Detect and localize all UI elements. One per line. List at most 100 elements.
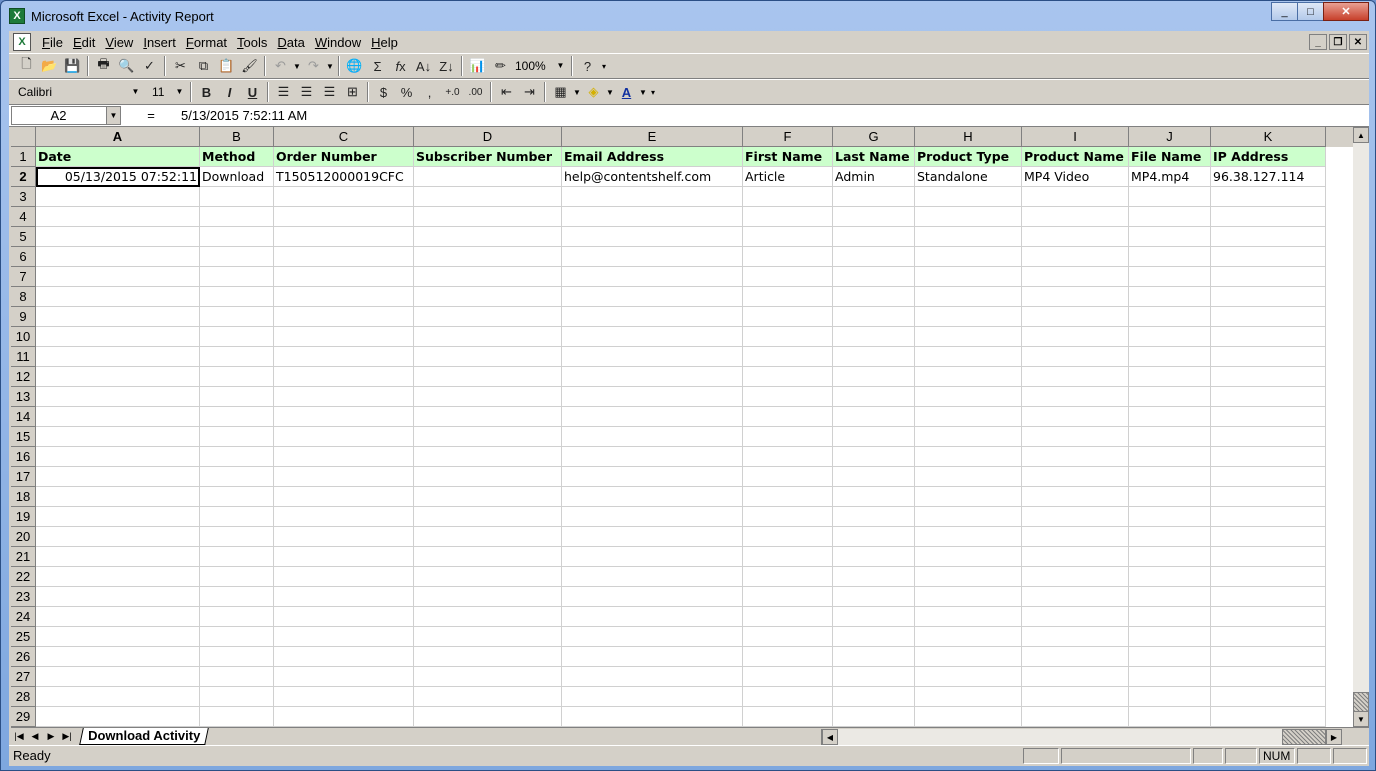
column-header-c[interactable]: C (274, 127, 414, 147)
cell[interactable] (36, 467, 200, 487)
cell[interactable] (562, 467, 743, 487)
cell[interactable] (200, 707, 274, 727)
cell[interactable] (36, 267, 200, 287)
align-center-icon[interactable]: ☰ (295, 81, 318, 103)
cell[interactable] (1129, 347, 1211, 367)
copy-icon[interactable]: ⧉ (192, 55, 215, 77)
cell[interactable] (200, 307, 274, 327)
row-header[interactable]: 24 (11, 607, 36, 627)
cell[interactable] (562, 247, 743, 267)
cell[interactable]: help@contentshelf.com (562, 167, 743, 187)
cell[interactable] (36, 587, 200, 607)
excel-app-icon[interactable]: X (9, 8, 25, 24)
cell[interactable] (833, 207, 915, 227)
cell[interactable] (274, 567, 414, 587)
comma-style-icon[interactable]: , (418, 81, 441, 103)
cell[interactable] (915, 507, 1022, 527)
cell[interactable] (1129, 187, 1211, 207)
cell[interactable] (1022, 507, 1129, 527)
cell[interactable] (414, 707, 562, 727)
row-header[interactable]: 21 (11, 547, 36, 567)
cell[interactable] (915, 227, 1022, 247)
cell[interactable] (915, 307, 1022, 327)
cell[interactable] (915, 667, 1022, 687)
cell[interactable] (1129, 287, 1211, 307)
cell[interactable] (915, 267, 1022, 287)
cell[interactable] (833, 507, 915, 527)
cell[interactable] (200, 487, 274, 507)
row-header[interactable]: 1 (11, 147, 36, 167)
cell[interactable] (743, 487, 833, 507)
cell[interactable] (833, 367, 915, 387)
font-size-select[interactable]: 11 ▼ (149, 82, 187, 102)
cell[interactable]: Order Number (274, 147, 414, 167)
cell[interactable] (743, 507, 833, 527)
scroll-left-icon[interactable]: ◀ (822, 729, 838, 745)
cell[interactable] (562, 567, 743, 587)
cell[interactable] (414, 427, 562, 447)
cell[interactable] (274, 227, 414, 247)
cell[interactable] (414, 347, 562, 367)
cell[interactable] (274, 487, 414, 507)
cell[interactable] (743, 447, 833, 467)
cell[interactable] (274, 587, 414, 607)
font-name-select[interactable]: Calibri ▼ (15, 82, 143, 102)
function-icon[interactable]: fx (389, 55, 412, 77)
row-header[interactable]: 29 (11, 707, 36, 727)
cell[interactable] (743, 627, 833, 647)
cell[interactable] (915, 687, 1022, 707)
cell[interactable] (1211, 367, 1326, 387)
cell[interactable] (833, 607, 915, 627)
sort-descending-icon[interactable]: Z↓ (435, 55, 458, 77)
cell[interactable] (743, 647, 833, 667)
cell[interactable] (414, 387, 562, 407)
cell[interactable]: Email Address (562, 147, 743, 167)
cell[interactable] (274, 707, 414, 727)
print-preview-icon[interactable]: 🔍 (115, 55, 138, 77)
cell[interactable] (36, 347, 200, 367)
cell[interactable] (200, 667, 274, 687)
cell[interactable] (414, 587, 562, 607)
cell[interactable] (1211, 207, 1326, 227)
cell[interactable] (274, 687, 414, 707)
cell[interactable] (743, 467, 833, 487)
row-header[interactable]: 27 (11, 667, 36, 687)
row-header[interactable]: 8 (11, 287, 36, 307)
cell[interactable] (200, 347, 274, 367)
toolbar-options-icon[interactable]: ▾ (599, 62, 609, 71)
column-header-a[interactable]: A (36, 127, 200, 147)
paste-icon[interactable]: 📋 (215, 55, 238, 77)
cell[interactable] (833, 307, 915, 327)
cell[interactable] (1022, 267, 1129, 287)
menu-format[interactable]: Format (181, 35, 232, 50)
cell[interactable] (36, 547, 200, 567)
row-header[interactable]: 4 (11, 207, 36, 227)
cell[interactable] (1211, 507, 1326, 527)
cell[interactable] (743, 687, 833, 707)
prev-sheet-icon[interactable]: ◀ (27, 729, 43, 745)
vertical-scroll-thumb[interactable] (1353, 692, 1369, 712)
cell[interactable] (562, 347, 743, 367)
cell[interactable] (1129, 467, 1211, 487)
cell[interactable] (833, 527, 915, 547)
cell[interactable] (200, 467, 274, 487)
column-header-d[interactable]: D (414, 127, 562, 147)
cell[interactable] (915, 247, 1022, 267)
cell[interactable] (743, 407, 833, 427)
cell[interactable] (414, 567, 562, 587)
cell[interactable] (1022, 707, 1129, 727)
cell[interactable] (414, 547, 562, 567)
cell[interactable] (915, 187, 1022, 207)
cell[interactable] (915, 207, 1022, 227)
cell[interactable] (915, 707, 1022, 727)
cell[interactable] (1129, 587, 1211, 607)
cell[interactable]: MP4 Video (1022, 167, 1129, 187)
cell[interactable] (1211, 387, 1326, 407)
cell[interactable] (743, 527, 833, 547)
cell[interactable] (274, 467, 414, 487)
cell[interactable] (833, 707, 915, 727)
vertical-scrollbar[interactable]: ▲ ▼ (1353, 127, 1369, 727)
row-header[interactable]: 6 (11, 247, 36, 267)
column-header-k[interactable]: K (1211, 127, 1326, 147)
horizontal-scrollbar[interactable]: ◀ ▶ (821, 729, 1342, 745)
